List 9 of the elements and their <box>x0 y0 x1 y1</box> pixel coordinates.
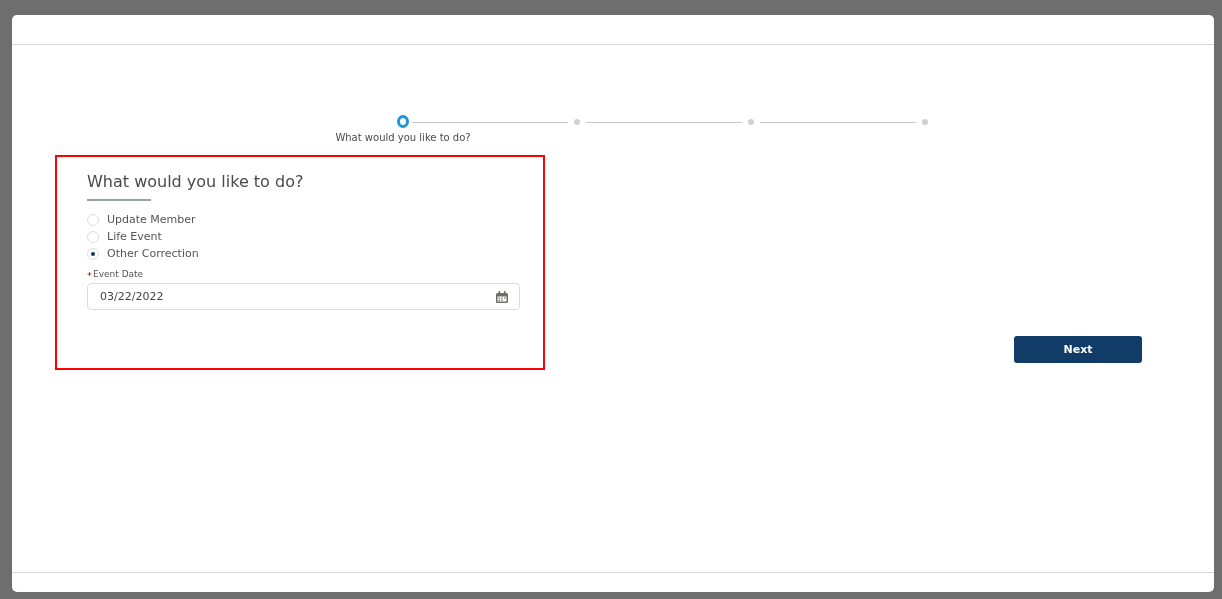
radio-option[interactable]: Life Event <box>87 230 162 243</box>
calendar-icon[interactable] <box>495 289 509 304</box>
next-button[interactable]: Next <box>1014 336 1142 363</box>
field-label: Event Date <box>93 269 144 279</box>
date-field[interactable]: 03/22/2022 <box>87 283 520 310</box>
radio-option[interactable]: Update Member <box>87 213 196 226</box>
step-label: What would you like to do? <box>335 132 471 143</box>
section-title: What would you like to do? <box>87 172 305 191</box>
radio-option[interactable]: Other Correction <box>87 247 199 260</box>
